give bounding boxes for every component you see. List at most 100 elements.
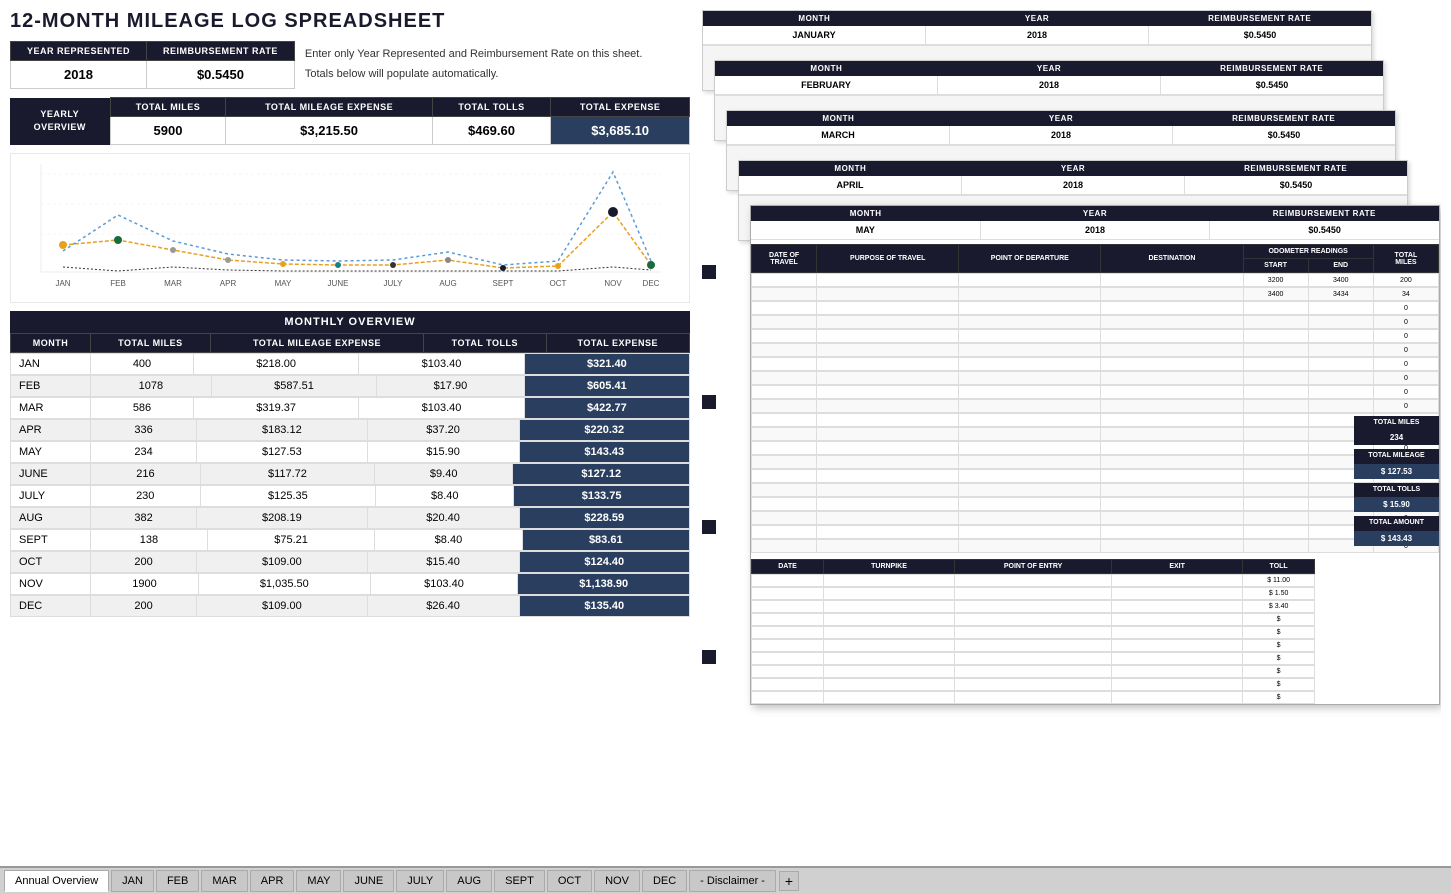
may-detail-row-cell[interactable]	[959, 316, 1101, 329]
may-detail-row-cell[interactable]	[959, 302, 1101, 315]
may-detail-row-cell[interactable]	[1101, 526, 1243, 539]
may-detail-row-cell[interactable]	[1243, 358, 1308, 371]
may-detail-row-cell[interactable]	[752, 470, 817, 483]
may-detail-row-cell[interactable]	[1308, 302, 1373, 315]
may-detail-row-cell[interactable]	[1308, 372, 1373, 385]
may-detail-row-cell[interactable]	[1308, 344, 1373, 357]
may-detail-row-cell[interactable]	[1243, 330, 1308, 343]
may-detail-row-cell[interactable]	[959, 386, 1101, 399]
toll-row-cell[interactable]	[752, 627, 824, 639]
may-detail-row-cell[interactable]: 0	[1373, 358, 1438, 371]
tab-may[interactable]: MAY	[296, 870, 341, 892]
may-detail-row-cell[interactable]	[1101, 372, 1243, 385]
may-detail-row-cell[interactable]	[959, 456, 1101, 469]
may-detail-row-cell[interactable]	[1101, 330, 1243, 343]
toll-row-cell[interactable]: $	[1243, 692, 1315, 704]
toll-row-cell[interactable]	[824, 653, 955, 665]
may-detail-row-cell[interactable]	[1243, 470, 1308, 483]
toll-row-cell[interactable]	[824, 627, 955, 639]
may-detail-row-cell[interactable]	[817, 302, 959, 315]
may-detail-row-cell[interactable]	[959, 498, 1101, 511]
toll-row-cell[interactable]	[752, 679, 824, 691]
may-detail-row-cell[interactable]: 0	[1373, 330, 1438, 343]
toll-row-cell[interactable]	[752, 692, 824, 704]
toll-row-cell[interactable]: $	[1243, 627, 1315, 639]
may-detail-row-cell[interactable]	[1101, 484, 1243, 497]
tab-july[interactable]: JULY	[396, 870, 444, 892]
toll-row-cell[interactable]	[752, 614, 824, 626]
toll-row-cell[interactable]	[954, 588, 1111, 600]
toll-row-cell[interactable]	[1112, 692, 1243, 704]
rate-value[interactable]: $0.5450	[147, 61, 295, 89]
may-detail-row-cell[interactable]	[817, 498, 959, 511]
toll-row-cell[interactable]: $ 11.00	[1243, 575, 1315, 587]
toll-row-cell[interactable]	[824, 679, 955, 691]
may-detail-row-cell[interactable]	[817, 526, 959, 539]
toll-row-cell[interactable]	[954, 640, 1111, 652]
toll-row-cell[interactable]	[824, 666, 955, 678]
may-detail-row-cell[interactable]	[752, 358, 817, 371]
may-detail-row-cell[interactable]	[817, 400, 959, 413]
toll-row-cell[interactable]	[1112, 679, 1243, 691]
may-detail-row-cell[interactable]	[1308, 400, 1373, 413]
tab-dec[interactable]: DEC	[642, 870, 687, 892]
tab-mar[interactable]: MAR	[201, 870, 247, 892]
tab-oct[interactable]: OCT	[547, 870, 592, 892]
may-detail-row-cell[interactable]	[817, 372, 959, 385]
may-detail-row-cell[interactable]	[817, 540, 959, 553]
may-detail-row-cell[interactable]	[1243, 512, 1308, 525]
may-detail-row-cell[interactable]: 0	[1373, 400, 1438, 413]
toll-row-cell[interactable]	[1112, 627, 1243, 639]
may-detail-row-cell[interactable]	[752, 428, 817, 441]
may-detail-row-cell[interactable]	[959, 428, 1101, 441]
may-detail-row-cell[interactable]	[1101, 428, 1243, 441]
may-detail-row-cell[interactable]	[817, 456, 959, 469]
toll-row-cell[interactable]	[824, 588, 955, 600]
may-detail-row-cell[interactable]	[817, 344, 959, 357]
toll-row-cell[interactable]	[1112, 614, 1243, 626]
toll-row-cell[interactable]	[752, 588, 824, 600]
may-detail-row-cell[interactable]	[752, 316, 817, 329]
may-detail-row-cell[interactable]	[1101, 442, 1243, 455]
may-detail-row-cell[interactable]	[1101, 344, 1243, 357]
may-detail-row-cell[interactable]	[1243, 400, 1308, 413]
toll-row-cell[interactable]	[954, 692, 1111, 704]
toll-row-cell[interactable]	[1112, 601, 1243, 613]
may-detail-row-cell[interactable]	[1243, 372, 1308, 385]
may-detail-row-cell[interactable]	[1101, 400, 1243, 413]
tab-sept[interactable]: SEPT	[494, 870, 545, 892]
may-detail-row-cell[interactable]	[959, 414, 1101, 427]
may-detail-row-cell[interactable]	[959, 372, 1101, 385]
toll-row-cell[interactable]	[752, 575, 824, 587]
may-detail-row-cell[interactable]	[817, 428, 959, 441]
toll-row-cell[interactable]	[954, 614, 1111, 626]
toll-row-cell[interactable]	[1112, 575, 1243, 587]
may-detail-row-cell[interactable]	[1243, 484, 1308, 497]
tab---disclaimer--[interactable]: - Disclaimer -	[689, 870, 776, 892]
may-detail-row-cell[interactable]	[1101, 274, 1243, 287]
may-detail-row-cell[interactable]	[1308, 386, 1373, 399]
may-detail-row-cell[interactable]	[959, 442, 1101, 455]
tab-apr[interactable]: APR	[250, 870, 295, 892]
may-detail-row-cell[interactable]	[752, 414, 817, 427]
toll-row-cell[interactable]	[752, 601, 824, 613]
tab-annual-overview[interactable]: Annual Overview	[4, 870, 109, 892]
toll-row-cell[interactable]: $	[1243, 653, 1315, 665]
toll-row-cell[interactable]	[954, 575, 1111, 587]
may-detail-row-cell[interactable]	[1101, 302, 1243, 315]
may-detail-row-cell[interactable]	[752, 344, 817, 357]
toll-row-cell[interactable]	[752, 666, 824, 678]
toll-row-cell[interactable]	[1112, 640, 1243, 652]
may-detail-row-cell[interactable]	[959, 540, 1101, 553]
may-detail-row-cell[interactable]	[817, 288, 959, 301]
toll-row-cell[interactable]: $	[1243, 666, 1315, 678]
may-detail-row-cell[interactable]	[817, 484, 959, 497]
may-detail-row-cell[interactable]	[752, 386, 817, 399]
may-detail-row-cell[interactable]	[959, 484, 1101, 497]
may-detail-row-cell[interactable]	[1243, 344, 1308, 357]
may-detail-row-cell[interactable]	[1101, 358, 1243, 371]
may-detail-row-cell[interactable]	[959, 274, 1101, 287]
toll-row-cell[interactable]	[824, 640, 955, 652]
may-detail-row-cell[interactable]	[752, 456, 817, 469]
may-detail-row-cell[interactable]	[1243, 386, 1308, 399]
